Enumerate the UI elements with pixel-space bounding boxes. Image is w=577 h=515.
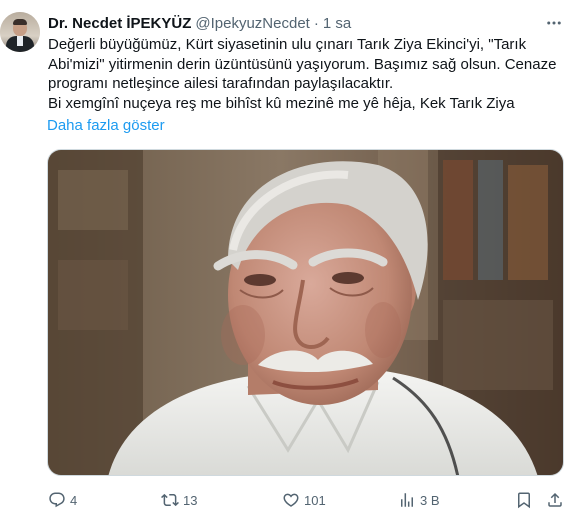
views-count: 3 B bbox=[420, 492, 440, 508]
views-button[interactable]: 3 B bbox=[398, 490, 440, 510]
bookmark-icon bbox=[518, 492, 530, 509]
reply-button[interactable]: 4 bbox=[48, 490, 77, 510]
bookmark-button[interactable] bbox=[515, 490, 533, 510]
tweet[interactable]: Dr. Necdet İPEKYÜZ @IpekyuzNecdet · 1 sa… bbox=[0, 0, 577, 515]
tweet-text: Değerli büyüğümüz, Kürt siyasetinin ulu … bbox=[48, 35, 568, 113]
avatar[interactable] bbox=[0, 12, 40, 52]
separator-dot: · bbox=[313, 14, 319, 32]
show-more-link[interactable]: Daha fazla göster bbox=[47, 116, 165, 136]
reply-icon bbox=[49, 492, 65, 508]
avatar-shirt bbox=[17, 36, 23, 46]
tweet-photo[interactable] bbox=[47, 149, 564, 476]
repost-button[interactable]: 13 bbox=[161, 490, 197, 510]
like-count: 101 bbox=[304, 492, 326, 508]
share-button[interactable] bbox=[546, 490, 564, 510]
tweet-time[interactable]: 1 sa bbox=[323, 15, 351, 32]
reply-count: 4 bbox=[70, 492, 78, 508]
tweet-header: Dr. Necdet İPEKYÜZ @IpekyuzNecdet · 1 sa bbox=[48, 13, 351, 33]
author-handle[interactable]: @IpekyuzNecdet bbox=[195, 15, 309, 32]
heart-icon bbox=[283, 493, 299, 507]
avatar-hair bbox=[13, 19, 27, 25]
like-button[interactable]: 101 bbox=[282, 490, 326, 510]
views-icon bbox=[401, 493, 413, 507]
tweet-text-turkish: Değerli büyüğümüz, Kürt siyasetinin ulu … bbox=[48, 36, 557, 92]
repost-icon bbox=[161, 493, 179, 507]
portrait-photo bbox=[48, 150, 563, 475]
repost-count: 13 bbox=[183, 492, 198, 508]
tweet-actions: 4 13 101 3 B bbox=[48, 490, 568, 510]
more-horizontal-icon bbox=[547, 21, 561, 25]
author-name[interactable]: Dr. Necdet İPEKYÜZ bbox=[48, 15, 191, 32]
tweet-text-kurdish: Bi xemgînî nuçeya reş me bihîst kû mezin… bbox=[48, 94, 515, 112]
share-icon bbox=[548, 492, 562, 507]
more-options-button[interactable] bbox=[543, 12, 565, 34]
